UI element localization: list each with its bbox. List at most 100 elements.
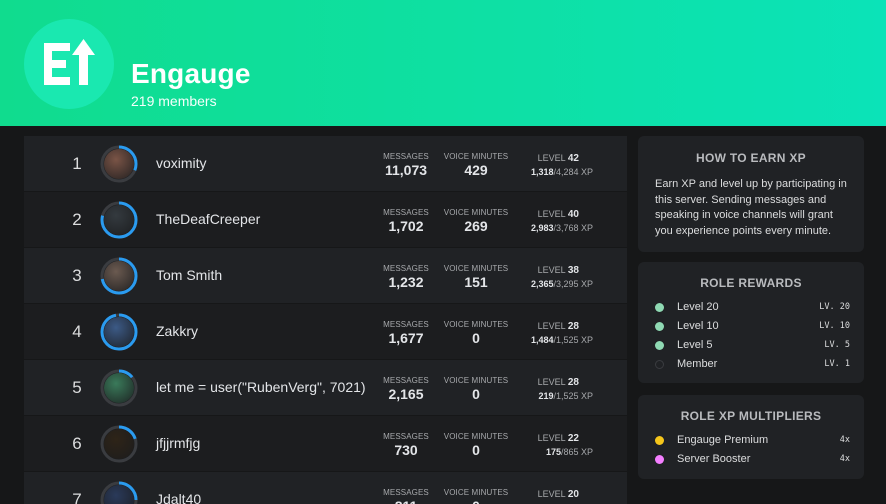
- role-name: Engauge Premium: [677, 434, 769, 446]
- xp-progress: 219/1,525 XP: [538, 391, 593, 401]
- xp-progress: 175/865 XP: [546, 447, 593, 457]
- level-value: 42: [567, 153, 579, 164]
- xp-needed: /1,525 XP: [553, 335, 593, 345]
- avatar-progress-ring: [100, 257, 138, 295]
- xp-needed: /865 XP: [560, 447, 593, 457]
- xp-progress: 1,484/1,525 XP: [531, 335, 593, 345]
- messages-value: 11,073: [384, 162, 428, 178]
- voice-minutes-value: 0: [472, 386, 480, 402]
- username[interactable]: jfjjrmfjg: [156, 435, 200, 451]
- leaderboard-row[interactable]: 6 jfjjrmfjg MESSAGES 730 VOICE MINUTES 0…: [24, 416, 627, 471]
- xp-needed: /3,768 XP: [553, 223, 593, 233]
- username[interactable]: TheDeafCreeper: [156, 211, 260, 227]
- leaderboard: 1 voximity MESSAGES 11,073 VOICE MINUTES…: [24, 136, 627, 504]
- xp-current: 219: [538, 391, 554, 401]
- avatar-progress-ring: [100, 481, 138, 504]
- messages-value: 1,702: [388, 218, 424, 234]
- avatar-progress-ring: [100, 425, 138, 463]
- xp-current: 1,484: [530, 335, 554, 345]
- xp-progress: 2,983/3,768 XP: [531, 223, 593, 233]
- role-reward-item: Level 10 LV. 10: [654, 319, 850, 335]
- rank-number: 6: [72, 434, 82, 453]
- multiplier-item: Engauge Premium 4x: [654, 433, 850, 449]
- multiplier-item: Server Booster 4x: [654, 452, 850, 468]
- how-to-earn-text: Earn XP and level up by participating in…: [655, 178, 847, 237]
- role-color-dot: [655, 436, 664, 445]
- level-indicator: LEVEL 40: [537, 209, 579, 220]
- engauge-logo-icon: [44, 39, 95, 85]
- leaderboard-row[interactable]: 3 Tom Smith MESSAGES 1,232 VOICE MINUTES…: [24, 248, 627, 303]
- voice-minutes-label: VOICE MINUTES: [443, 376, 509, 385]
- level-value: 38: [567, 265, 579, 276]
- voice-minutes-label: VOICE MINUTES: [443, 264, 509, 273]
- xp-current: 1,318: [530, 167, 554, 177]
- leaderboard-row[interactable]: 1 voximity MESSAGES 11,073 VOICE MINUTES…: [24, 136, 627, 191]
- role-name: Level 20: [677, 301, 719, 313]
- role-color-dot: [655, 322, 664, 331]
- level-indicator: LEVEL 22: [537, 433, 579, 444]
- voice-minutes-label: VOICE MINUTES: [443, 208, 509, 217]
- messages-label: MESSAGES: [383, 152, 429, 161]
- voice-minutes-label: VOICE MINUTES: [443, 488, 509, 497]
- messages-value: 730: [394, 442, 418, 458]
- level-value: 22: [567, 433, 579, 444]
- level-indicator: LEVEL 28: [537, 377, 579, 388]
- voice-minutes-label: VOICE MINUTES: [443, 320, 509, 329]
- role-name: Level 5: [677, 339, 713, 351]
- multiplier-value: 4x: [839, 454, 850, 464]
- avatar-progress-ring: [100, 145, 138, 183]
- avatar-progress-ring: [100, 313, 138, 351]
- username[interactable]: let me = user("RubenVerg", 7021): [156, 379, 366, 395]
- server-logo: [24, 19, 114, 109]
- voice-minutes-value: 151: [464, 274, 488, 290]
- role-color-dot: [655, 341, 664, 350]
- leaderboard-row[interactable]: 4 Zakkry MESSAGES 1,677 VOICE MINUTES 0 …: [24, 304, 627, 359]
- level-value: 28: [567, 321, 579, 332]
- level-value: 40: [567, 209, 579, 220]
- role-rewards-title: ROLE REWARDS: [700, 276, 802, 290]
- voice-minutes-value: 0: [441, 498, 511, 504]
- role-reward-item: Member LV. 1: [654, 357, 850, 373]
- xp-needed: /1,525 XP: [553, 391, 593, 401]
- xp-progress: 1,318/4,284 XP: [531, 167, 593, 177]
- server-name: Engauge: [131, 58, 251, 89]
- avatar-progress-ring: [100, 201, 138, 239]
- how-to-earn-card: HOW TO EARN XP Earn XP and level up by p…: [638, 136, 864, 252]
- username[interactable]: voximity: [156, 155, 207, 171]
- voice-minutes-value: 269: [464, 218, 488, 234]
- voice-minutes-label: VOICE MINUTES: [443, 152, 509, 161]
- role-level: LV. 5: [824, 340, 850, 350]
- messages-value: 1,677: [388, 330, 424, 346]
- role-name: Member: [677, 358, 718, 370]
- member-count: 219 members: [131, 93, 217, 109]
- role-color-dot: [655, 360, 664, 369]
- role-color-dot: [655, 455, 664, 464]
- role-reward-item: Level 20 LV. 20: [654, 300, 850, 316]
- xp-current: 2,365: [530, 279, 554, 289]
- messages-label: MESSAGES: [383, 488, 429, 497]
- messages-value: 1,232: [388, 274, 424, 290]
- xp-needed: /3,295 XP: [553, 279, 593, 289]
- xp-progress: 2,365/3,295 XP: [531, 279, 593, 289]
- level-indicator: LEVEL 28: [537, 321, 579, 332]
- messages-label: MESSAGES: [383, 320, 429, 329]
- username[interactable]: Jdalt40: [156, 491, 201, 504]
- leaderboard-row[interactable]: 5 let me = user("RubenVerg", 7021) MESSA…: [24, 360, 627, 415]
- leaderboard-row[interactable]: 7 Jdalt40 MESSAGES 811 VOICE MINUTES 0 L…: [24, 472, 627, 504]
- role-level: LV. 20: [819, 302, 850, 312]
- username[interactable]: Zakkry: [156, 323, 198, 339]
- messages-value: 2,165: [388, 386, 424, 402]
- rank-number: 2: [72, 210, 82, 229]
- level-value: 28: [567, 377, 579, 388]
- rank-number: 7: [72, 490, 82, 504]
- role-rewards-card: ROLE REWARDS Level 20 LV. 20 Level 10 LV…: [638, 262, 864, 383]
- voice-minutes-value: 0: [472, 442, 480, 458]
- level-indicator: LEVEL 38: [537, 265, 579, 276]
- avatar-progress-ring: [100, 369, 138, 407]
- username[interactable]: Tom Smith: [156, 267, 222, 283]
- messages-label: MESSAGES: [383, 208, 429, 217]
- rank-number: 3: [72, 266, 82, 285]
- leaderboard-row[interactable]: 2 TheDeafCreeper MESSAGES 1,702 VOICE MI…: [24, 192, 627, 247]
- role-reward-item: Level 5 LV. 5: [654, 338, 850, 354]
- messages-label: MESSAGES: [383, 376, 429, 385]
